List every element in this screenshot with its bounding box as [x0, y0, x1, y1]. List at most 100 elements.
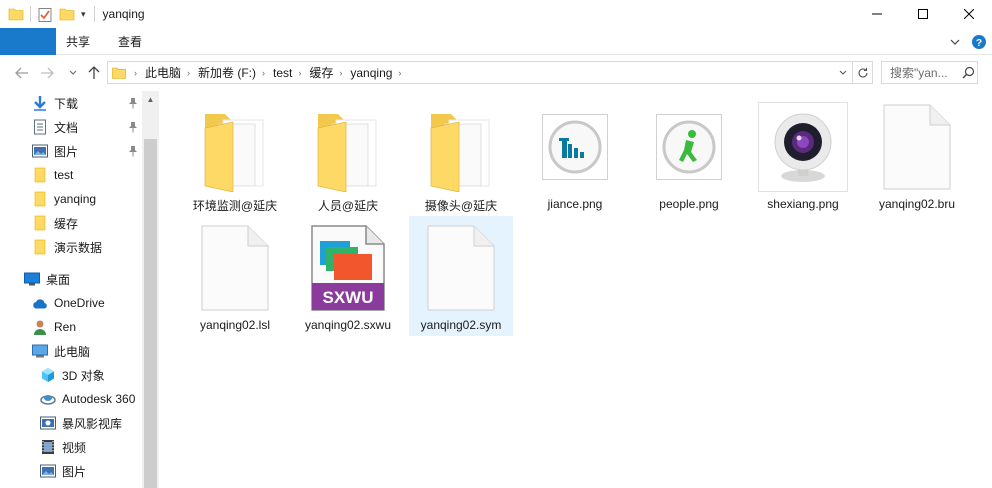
download-icon	[32, 95, 48, 111]
sidebar-item-ren[interactable]: Ren	[32, 315, 76, 339]
file-item-folder-env[interactable]: 环境监测@延庆	[183, 95, 287, 215]
refresh-button[interactable]	[852, 62, 872, 83]
webcam-icon	[755, 99, 851, 195]
sidebar-item-downloads[interactable]: 下载	[32, 91, 78, 115]
pin-icon[interactable]	[128, 145, 138, 157]
customize-dropdown-icon[interactable]: ▾	[81, 9, 86, 20]
sidebar-item-demo-data[interactable]: 演示数据	[32, 235, 102, 259]
file-item-jiance-png[interactable]: jiance.png	[523, 95, 627, 215]
breadcrumb-yanqing[interactable]: yanqing	[350, 66, 392, 80]
sidebar-item-test[interactable]: test	[32, 163, 73, 187]
person-icon	[641, 99, 737, 195]
file-item-folder-camera[interactable]: 摄像头@延庆	[409, 95, 513, 215]
picture-icon	[32, 143, 48, 159]
desktop-icon	[24, 271, 40, 287]
sidebar-item-onedrive[interactable]: OneDrive	[32, 291, 105, 315]
breadcrumb-drive-f[interactable]: 新加卷 (F:)	[198, 64, 256, 81]
close-icon	[964, 9, 974, 19]
file-item-yanqing02-sym[interactable]: yanqing02.sym	[409, 216, 513, 336]
properties-icon[interactable]	[37, 6, 53, 22]
forward-button[interactable]	[35, 61, 59, 85]
sidebar-item-videos[interactable]: 视频	[40, 435, 86, 459]
file-item-folder-people[interactable]: 人员@延庆	[296, 95, 400, 215]
folder-icon	[32, 215, 48, 231]
breadcrumb-separator-icon[interactable]: ›	[134, 68, 137, 78]
sxwu-file-icon: SXWU	[300, 220, 396, 316]
pin-icon[interactable]	[128, 121, 138, 133]
sidebar-item-yanqing[interactable]: yanqing	[32, 187, 96, 211]
file-name: yanqing02.sxwu	[304, 318, 392, 332]
search-icon[interactable]	[959, 64, 977, 82]
address-history-button[interactable]	[832, 62, 852, 83]
new-folder-icon[interactable]	[59, 6, 75, 22]
address-bar[interactable]: › 此电脑 › 新加卷 (F:) › test › 缓存 › yanqing ›	[107, 61, 873, 84]
expand-ribbon-button[interactable]	[944, 31, 966, 53]
window-controls	[854, 0, 992, 28]
sidebar-item-label: Autodesk 360	[62, 392, 136, 406]
breadcrumb-test[interactable]: test	[273, 66, 292, 80]
blank-file-icon	[869, 99, 965, 195]
autodesk-icon	[40, 391, 56, 407]
computer-icon	[32, 343, 48, 359]
back-button[interactable]	[10, 61, 34, 85]
sidebar-item-label: 桌面	[46, 272, 71, 287]
pin-icon[interactable]	[128, 97, 138, 109]
file-item-people-png[interactable]: people.png	[637, 95, 741, 215]
sidebar-item-pictures-pc[interactable]: 图片	[40, 459, 86, 483]
sidebar-item-3d-objects[interactable]: 3D 对象	[40, 363, 105, 387]
sidebar-item-pictures[interactable]: 图片	[32, 139, 78, 163]
scrollbar-thumb[interactable]	[144, 139, 157, 488]
chevron-down-icon	[950, 39, 960, 45]
breadcrumb-separator-icon[interactable]: ›	[398, 68, 401, 78]
file-item-shexiang-png[interactable]: shexiang.png	[751, 95, 855, 215]
tab-share[interactable]: 共享	[52, 28, 104, 54]
sxwu-badge: SXWU	[323, 288, 374, 307]
file-item-yanqing02-lsl[interactable]: yanqing02.lsl	[183, 216, 287, 336]
file-view: 环境监测@延庆 人员@延庆 摄像头@延庆 jiance.png people.p…	[159, 91, 992, 488]
sidebar-item-media-library[interactable]: 暴风影视库	[40, 411, 122, 435]
sidebar-scrollbar[interactable]: ▲	[142, 91, 159, 488]
file-item-yanqing02-bru[interactable]: yanqing02.bru	[865, 95, 969, 215]
video-icon	[40, 439, 56, 455]
separator	[30, 6, 31, 22]
breadcrumb-separator-icon[interactable]: ›	[187, 68, 190, 78]
close-button[interactable]	[946, 0, 992, 28]
folder-icon[interactable]	[8, 6, 24, 22]
help-button[interactable]: ?	[968, 31, 990, 53]
sidebar-item-label: 3D 对象	[62, 368, 105, 383]
file-name: yanqing02.bru	[878, 197, 956, 211]
sidebar-item-cache[interactable]: 缓存	[32, 211, 78, 235]
sidebar-item-label: yanqing	[54, 192, 97, 206]
tab-view[interactable]: 查看	[104, 28, 156, 54]
folder-icon	[32, 167, 48, 183]
sidebar-item-autodesk-360[interactable]: Autodesk 360	[40, 387, 135, 411]
breadcrumb-separator-icon[interactable]: ›	[339, 68, 342, 78]
scroll-up-arrow-icon[interactable]: ▲	[142, 91, 159, 108]
maximize-button[interactable]	[900, 0, 946, 28]
folder-icon	[32, 191, 48, 207]
breadcrumb-cache[interactable]: 缓存	[309, 64, 333, 81]
separator	[93, 6, 95, 22]
document-icon	[32, 119, 48, 135]
chevron-down-icon	[839, 70, 846, 75]
search-placeholder[interactable]: 搜索"yan...	[890, 64, 959, 81]
sidebar-item-label: 视频	[62, 440, 87, 455]
file-item-yanqing02-sxwu[interactable]: SXWU yanqing02.sxwu	[296, 216, 400, 336]
minimize-button[interactable]	[854, 0, 900, 28]
quick-access-toolbar: ▾	[0, 0, 94, 28]
sidebar-item-label: 演示数据	[54, 240, 103, 255]
arrow-right-icon	[41, 67, 54, 79]
folder-icon	[300, 99, 396, 195]
cube-icon	[40, 367, 56, 383]
breadcrumb-separator-icon[interactable]: ›	[262, 68, 265, 78]
breadcrumb-separator-icon[interactable]: ›	[298, 68, 301, 78]
search-box[interactable]: 搜索"yan...	[881, 61, 978, 84]
breadcrumb-this-pc[interactable]: 此电脑	[145, 64, 181, 81]
sidebar-item-documents[interactable]: 文档	[32, 115, 78, 139]
chevron-down-icon	[69, 70, 77, 75]
file-name: yanqing02.lsl	[199, 318, 271, 332]
monitoring-chart-icon	[527, 99, 623, 195]
up-button[interactable]	[82, 61, 106, 85]
sidebar-item-this-pc[interactable]: 此电脑	[32, 339, 90, 363]
sidebar-item-desktop[interactable]: 桌面	[24, 267, 70, 291]
